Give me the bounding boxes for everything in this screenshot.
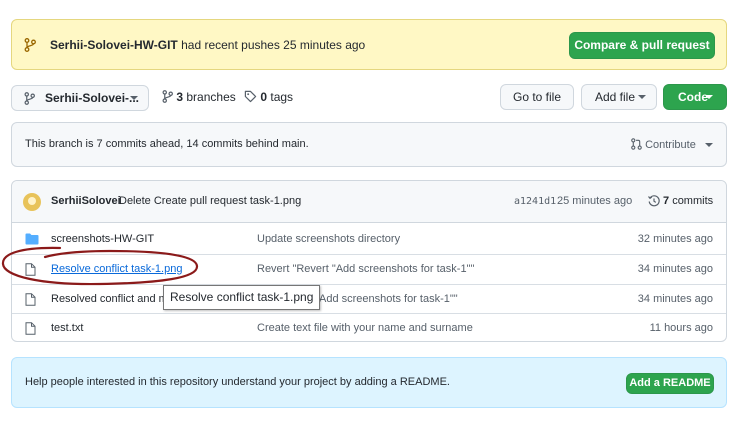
file-row[interactable]: test.txt Create text file with your name… — [12, 313, 726, 343]
readme-prompt: Help people interested in this repositor… — [11, 357, 727, 408]
file-icon — [25, 293, 36, 306]
chevron-down-icon — [705, 95, 713, 99]
file-commit-message[interactable]: t "Add screenshots for task-1"" — [309, 293, 458, 305]
go-to-file-button[interactable]: Go to file — [500, 84, 574, 110]
add-file-button[interactable]: Add file — [581, 84, 657, 110]
file-name[interactable]: screenshots-HW-GIT — [51, 233, 154, 245]
git-branch-icon — [24, 38, 36, 52]
file-age: 34 minutes ago — [637, 263, 713, 275]
branch-selector-button[interactable]: Serhii-Solovei-... — [11, 85, 149, 111]
tags-label: tags — [270, 90, 294, 104]
git-branch-icon — [24, 92, 35, 105]
latest-commit-bar: SerhiiSolovei Delete Create pull request… — [12, 181, 726, 223]
readme-prompt-text: Help people interested in this repositor… — [25, 376, 450, 388]
code-button[interactable]: Code — [663, 84, 727, 110]
tags-link[interactable]: 0 tags — [244, 90, 293, 104]
file-age: 11 hours ago — [649, 322, 713, 334]
git-branch-icon — [162, 90, 173, 103]
file-row[interactable]: Resolve conflict task-1.png Revert "Reve… — [12, 254, 726, 284]
recent-pushes-banner: Serhii-Solovei-HW-GIT had recent pushes … — [11, 19, 727, 70]
file-age: 34 minutes ago — [637, 293, 713, 305]
file-age: 32 minutes ago — [637, 233, 713, 245]
tag-icon — [244, 90, 257, 103]
chevron-down-icon — [704, 143, 713, 148]
branches-count: 3 — [176, 90, 184, 104]
chevron-down-icon — [638, 95, 646, 99]
file-name[interactable]: Resolved conflict and m — [51, 293, 168, 305]
file-icon — [25, 322, 36, 335]
contribute-label: Contribute — [645, 139, 696, 151]
file-icon — [25, 263, 36, 276]
history-icon — [648, 195, 660, 207]
branch-compare-box: This branch is 7 commits ahead, 14 commi… — [11, 122, 727, 167]
recent-pushes-text: had recent pushes 25 minutes ago — [181, 38, 366, 52]
add-readme-button[interactable]: Add a README — [626, 373, 714, 394]
branch-selector-label: Serhii-Solovei-... — [45, 91, 140, 105]
commit-author[interactable]: SerhiiSolovei — [51, 195, 121, 207]
code-button-label: Code — [678, 90, 708, 104]
pushed-branch-name[interactable]: Serhii-Solovei-HW-GIT — [50, 38, 178, 52]
branches-link[interactable]: 3 branches — [162, 90, 236, 104]
file-commit-message[interactable]: Create text file with your name and surn… — [257, 322, 473, 334]
file-list: SerhiiSolovei Delete Create pull request… — [11, 180, 727, 342]
commit-time: 25 minutes ago — [557, 195, 633, 207]
contribute-dropdown[interactable]: Contribute — [631, 138, 713, 151]
file-commit-message[interactable]: Update screenshots directory — [257, 233, 400, 245]
file-name[interactable]: test.txt — [51, 322, 83, 334]
compare-pull-request-button[interactable]: Compare & pull request — [569, 32, 715, 59]
add-file-label: Add file — [595, 90, 636, 104]
ahead-behind-text: This branch is 7 commits ahead, 14 commi… — [25, 138, 309, 150]
chevron-down-icon — [130, 96, 138, 100]
commits-count: 7 — [663, 195, 670, 207]
recent-pushes-message: Serhii-Solovei-HW-GIT had recent pushes … — [50, 38, 365, 52]
pull-request-icon — [631, 138, 642, 150]
file-commit-message[interactable]: Revert "Revert "Add screenshots for task… — [257, 263, 474, 275]
branches-label: branches — [186, 90, 236, 104]
tags-count: 0 — [260, 90, 268, 104]
folder-icon — [25, 233, 39, 245]
commit-message[interactable]: Delete Create pull request task-1.png — [119, 195, 301, 207]
file-name-tooltip: Resolve conflict task-1.png — [163, 285, 321, 310]
commit-sha[interactable]: a1241d1 — [514, 196, 556, 207]
file-row[interactable]: Resolved conflict and m t "Add screensho… — [12, 284, 726, 314]
file-row-folder[interactable]: screenshots-HW-GIT Update screenshots di… — [12, 225, 726, 254]
file-name[interactable]: Resolve conflict task-1.png — [51, 263, 182, 275]
commits-label: commits — [672, 195, 714, 207]
avatar[interactable] — [23, 193, 41, 211]
